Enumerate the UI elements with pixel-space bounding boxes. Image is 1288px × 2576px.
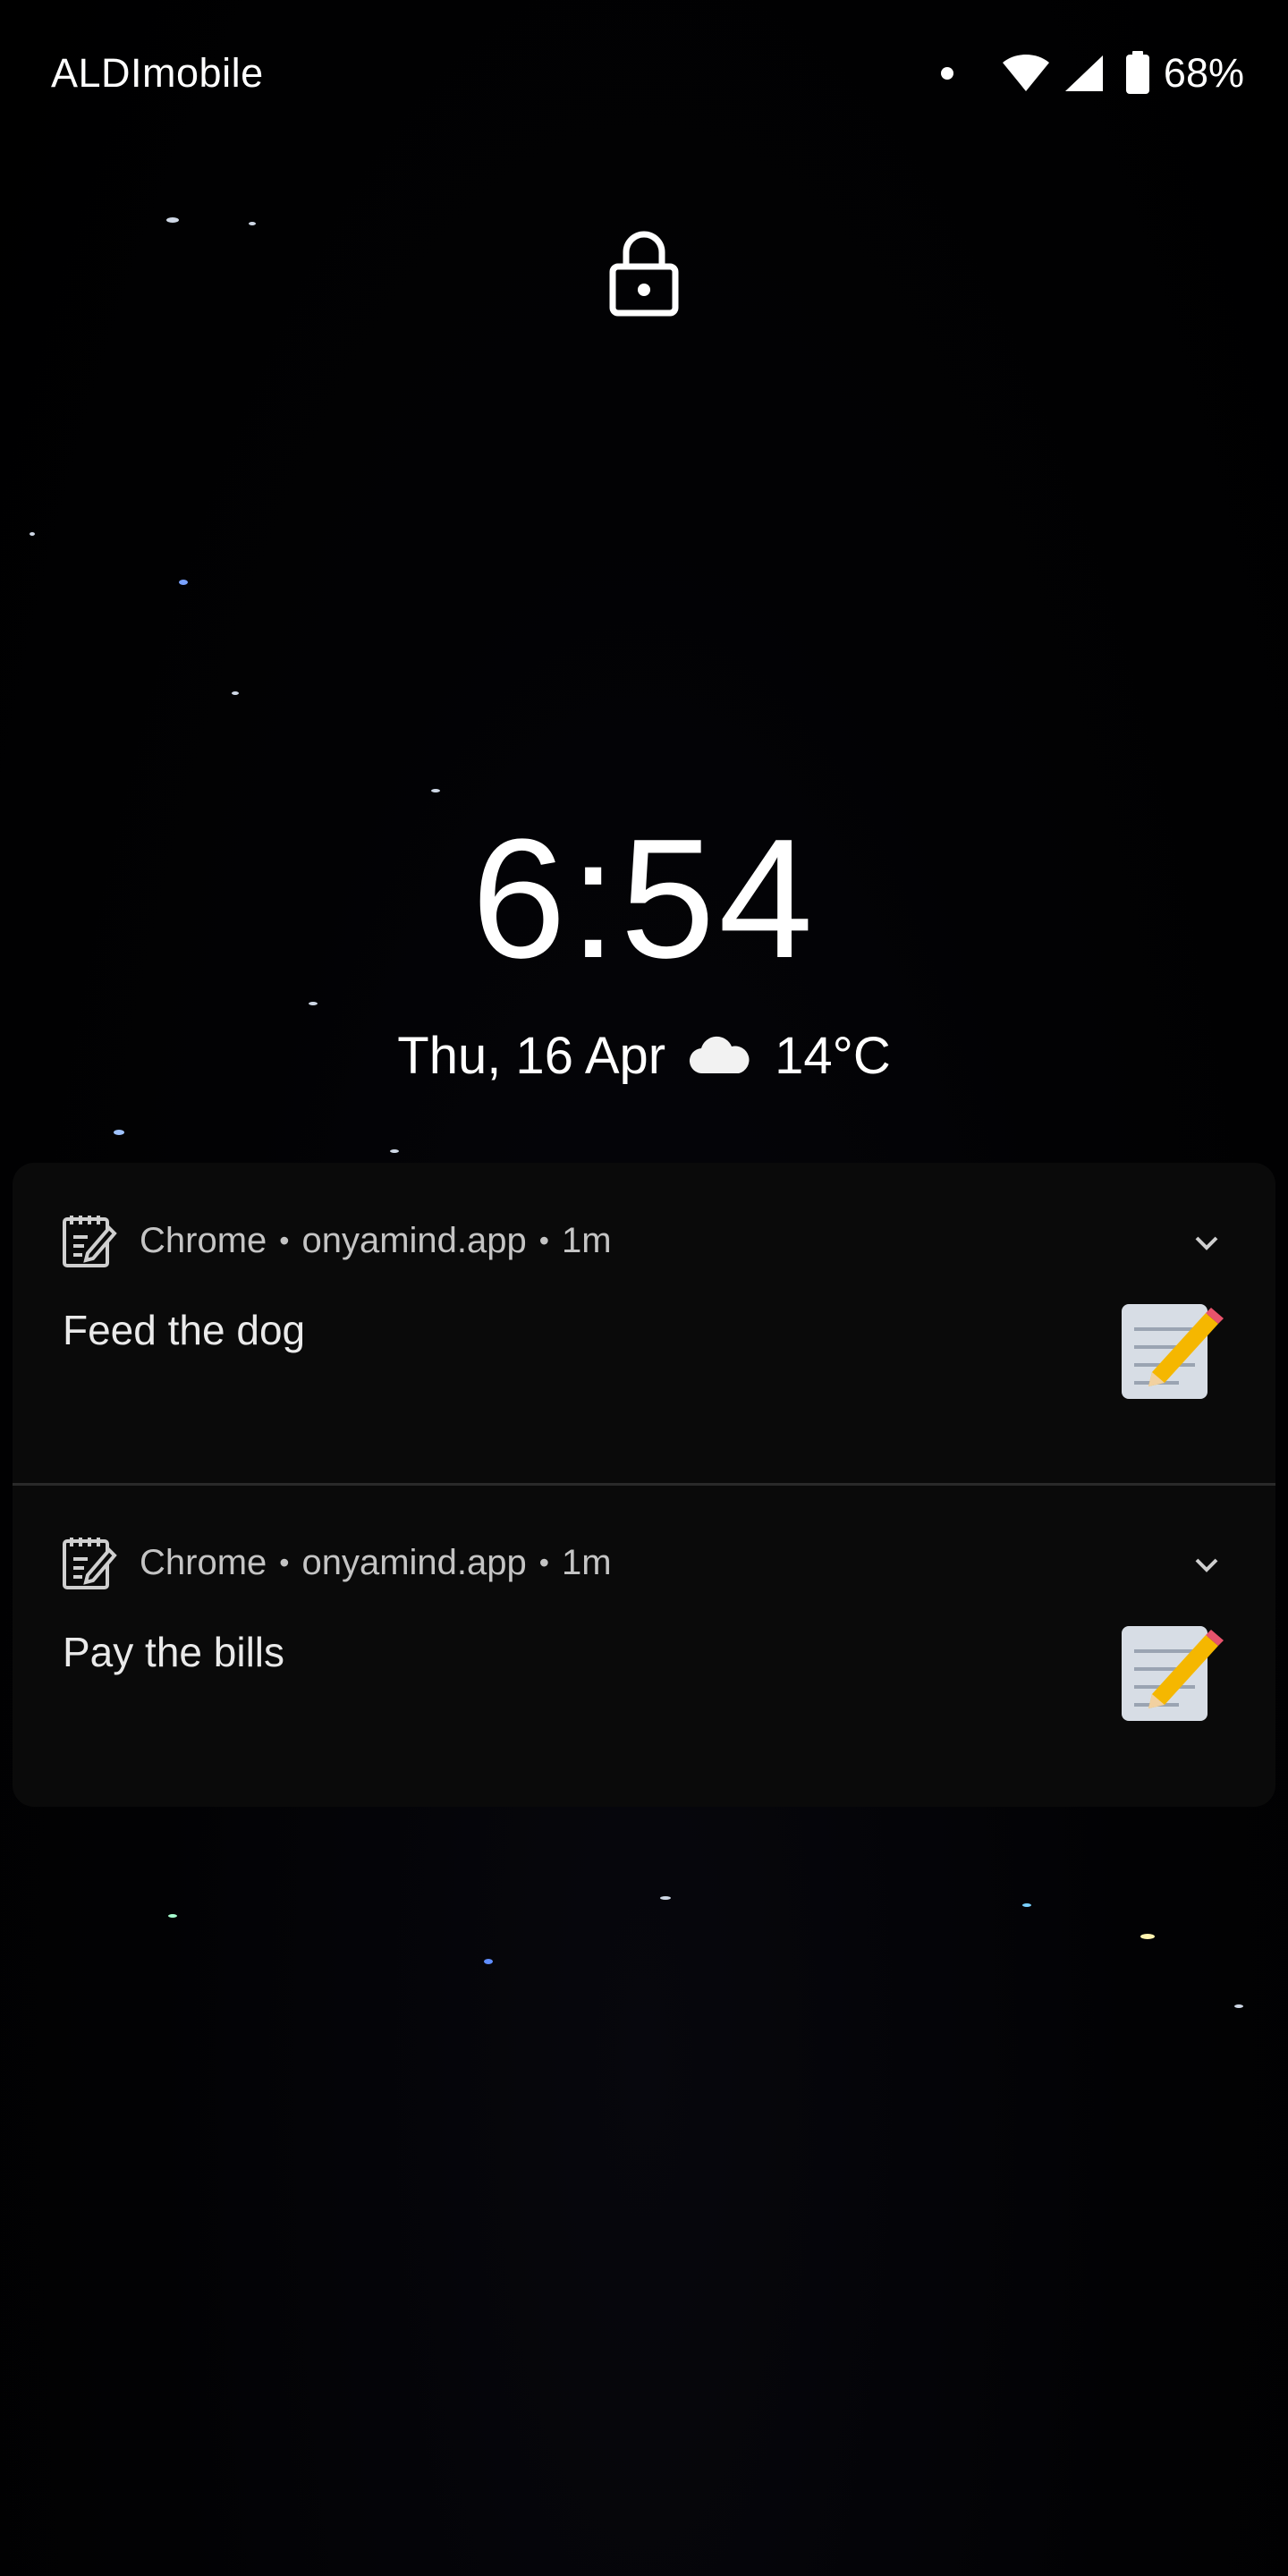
status-icons: 68% [940, 50, 1244, 97]
memo-icon [1122, 1304, 1224, 1399]
notification-item[interactable]: Chrome • onyamind.app • 1m Feed the dog [13, 1163, 1275, 1485]
note-edit-icon [63, 1538, 117, 1589]
notification-time: 1m [561, 1220, 612, 1260]
notification-app-name: Chrome [140, 1220, 267, 1260]
wifi-icon [1002, 55, 1049, 91]
notification-source: onyamind.app [301, 1220, 527, 1260]
cellular-signal-icon [1064, 55, 1103, 91]
status-bar: ALDImobile 68% [0, 0, 1288, 152]
chevron-down-icon[interactable] [1191, 1227, 1222, 1258]
separator-dot: • [279, 1224, 290, 1257]
carrier-name: ALDImobile [51, 50, 264, 96]
separator-dot: • [538, 1224, 549, 1257]
lock-screen: ALDImobile 68% 6:54 Thu, 16 Apr 14°C Chr… [0, 0, 1288, 2576]
cloud-icon [690, 1036, 750, 1074]
note-edit-icon [63, 1216, 117, 1267]
notification-item[interactable]: Chrome • onyamind.app • 1m Pay the bills [13, 1485, 1275, 1807]
separator-dot: • [279, 1546, 290, 1579]
notification-header: Chrome • onyamind.app • 1m [61, 1209, 612, 1272]
battery-percentage: 68% [1163, 50, 1244, 96]
chevron-down-icon[interactable] [1191, 1549, 1222, 1580]
date-weather-row[interactable]: Thu, 16 Apr 14°C [0, 1020, 1288, 1091]
memo-icon [1122, 1626, 1224, 1721]
temperature-text: 14°C [775, 1026, 891, 1085]
separator-dot: • [538, 1546, 549, 1579]
notification-title: Feed the dog [63, 1307, 306, 1353]
notification-panel: Chrome • onyamind.app • 1m Feed the dog [13, 1163, 1275, 1807]
notification-time: 1m [561, 1542, 612, 1582]
date-text: Thu, 16 Apr [397, 1026, 666, 1085]
notification-title: Pay the bills [63, 1629, 285, 1675]
notification-source: onyamind.app [301, 1542, 527, 1582]
notification-dot-icon [940, 67, 953, 80]
battery-icon [1125, 51, 1149, 94]
lock-icon[interactable] [608, 231, 680, 317]
notification-app-name: Chrome [140, 1542, 267, 1582]
lock-clock: 6:54 [471, 804, 817, 994]
notification-header: Chrome • onyamind.app • 1m [61, 1531, 612, 1594]
